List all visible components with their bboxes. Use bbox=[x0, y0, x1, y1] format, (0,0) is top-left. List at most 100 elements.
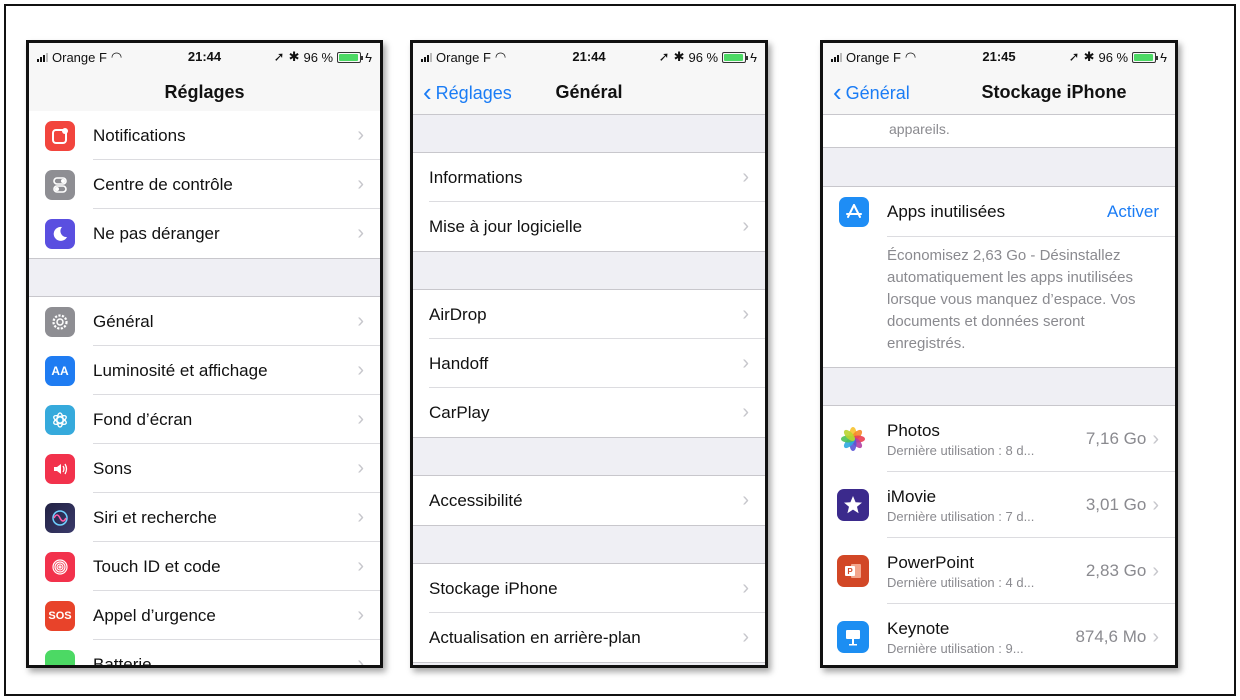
app-last-used: Dernière utilisation : 4 d... bbox=[887, 574, 1035, 590]
chevron-right-icon: › bbox=[357, 359, 364, 381]
app-size: 2,83 Go bbox=[1085, 561, 1147, 580]
battery-percent: 96 % bbox=[303, 49, 334, 65]
settings-row-label: Ne pas déranger bbox=[93, 223, 220, 243]
general-row-background-refresh[interactable]: Actualisation en arrière-plan › bbox=[413, 613, 765, 662]
page-title: Général bbox=[555, 82, 623, 102]
control-center-icon bbox=[45, 169, 75, 200]
chevron-right-icon: › bbox=[742, 352, 749, 374]
settings-row-sounds[interactable]: Sons › bbox=[29, 444, 380, 493]
general-row-airdrop[interactable]: AirDrop › bbox=[413, 290, 765, 339]
display-icon: AA bbox=[45, 355, 75, 386]
chevron-right-icon: › bbox=[357, 222, 364, 244]
enable-offload-button[interactable]: Activer bbox=[1107, 202, 1159, 222]
status-bar: Orange F ◠ 21:44 ➚ ✱ 96 % ϟ bbox=[413, 43, 765, 71]
chevron-right-icon: › bbox=[1152, 625, 1159, 648]
settings-row-label: Luminosité et affichage bbox=[93, 360, 268, 380]
app-size: 874,6 Mo bbox=[1075, 627, 1147, 646]
chevron-right-icon: › bbox=[742, 401, 749, 423]
chevron-right-icon: › bbox=[742, 303, 749, 325]
app-name: Photos bbox=[887, 420, 940, 440]
bluetooth-icon: ✱ bbox=[673, 49, 685, 64]
chevron-right-icon: › bbox=[357, 506, 364, 528]
back-button[interactable]: ‹ Réglages bbox=[423, 71, 512, 115]
chevron-right-icon: › bbox=[357, 310, 364, 332]
general-row-carplay[interactable]: CarPlay › bbox=[413, 388, 765, 437]
settings-row-notifications[interactable]: Notifications › bbox=[29, 111, 380, 160]
battery-icon bbox=[722, 51, 749, 63]
settings-row-touch-id[interactable]: Touch ID et code › bbox=[29, 542, 380, 591]
offload-label: Apps inutilisées bbox=[887, 202, 1006, 221]
phone-settings: Orange F ◠ 21:44 ➚ ✱ 96 % ϟ Réglages Not… bbox=[26, 40, 383, 668]
phone-iphone-storage: Orange F ◠ 21:45 ➚ ✱ 96 % ϟ ‹ Général St… bbox=[820, 40, 1178, 668]
app-name: PowerPoint bbox=[887, 552, 974, 572]
app-row-imovie[interactable]: iMovie Dernière utilisation : 7 d... 3,0… bbox=[823, 472, 1175, 538]
settings-row-label: Siri et recherche bbox=[93, 507, 217, 527]
settings-row-emergency-sos[interactable]: SOS Appel d’urgence › bbox=[29, 591, 380, 640]
charging-icon: ϟ bbox=[1160, 49, 1167, 65]
settings-row-do-not-disturb[interactable]: Ne pas déranger › bbox=[29, 209, 380, 258]
back-label: Général bbox=[845, 82, 910, 103]
settings-row-label: Touch ID et code bbox=[93, 556, 221, 576]
battery-icon bbox=[337, 51, 364, 63]
page-title: Stockage iPhone bbox=[981, 82, 1127, 102]
offload-card: Apps inutilisées Activer Économisez 2,63… bbox=[823, 186, 1175, 368]
general-row-label: Accessibilité bbox=[429, 490, 523, 510]
settings-row-battery[interactable]: Batterie › bbox=[29, 640, 380, 668]
settings-row-label: Batterie bbox=[93, 654, 152, 668]
chevron-left-icon: ‹ bbox=[423, 76, 432, 107]
status-bar: Orange F ◠ 21:44 ➚ ✱ 96 % ϟ bbox=[29, 43, 380, 71]
speaker-icon bbox=[45, 453, 75, 484]
powerpoint-icon: P bbox=[837, 555, 869, 587]
settings-row-label: Appel d’urgence bbox=[93, 605, 216, 625]
chevron-right-icon: › bbox=[357, 408, 364, 430]
general-row-software-update[interactable]: Mise à jour logicielle › bbox=[413, 202, 765, 251]
settings-row-wallpaper[interactable]: Fond d’écran › bbox=[29, 395, 380, 444]
nav-bar: ‹ Général Stockage iPhone bbox=[823, 71, 1175, 115]
app-row-powerpoint[interactable]: P PowerPoint Dernière utilisation : 4 d.… bbox=[823, 538, 1175, 604]
chevron-right-icon: › bbox=[357, 604, 364, 626]
nav-bar: ‹ Réglages Général bbox=[413, 71, 765, 115]
general-row-accessibility[interactable]: Accessibilité › bbox=[413, 476, 765, 525]
battery-percent: 96 % bbox=[688, 49, 719, 65]
section-gap bbox=[413, 526, 765, 564]
chevron-right-icon: › bbox=[1152, 493, 1159, 516]
chevron-right-icon: › bbox=[742, 166, 749, 188]
settings-row-display[interactable]: AA Luminosité et affichage › bbox=[29, 346, 380, 395]
location-icon: ➚ bbox=[1068, 49, 1080, 64]
general-row-label: Mise à jour logicielle bbox=[429, 216, 583, 236]
settings-row-siri[interactable]: Siri et recherche › bbox=[29, 493, 380, 542]
section-gap bbox=[413, 252, 765, 290]
app-store-icon bbox=[839, 197, 869, 227]
app-row-photos[interactable]: Photos Dernière utilisation : 8 d... 7,1… bbox=[823, 406, 1175, 472]
settings-row-control-center[interactable]: Centre de contrôle › bbox=[29, 160, 380, 209]
app-last-used: Dernière utilisation : 8 d... bbox=[887, 442, 1035, 458]
settings-row-label: Sons bbox=[93, 458, 132, 478]
chevron-right-icon: › bbox=[1152, 427, 1159, 450]
app-row-keynote[interactable]: Keynote Dernière utilisation : 9... 874,… bbox=[823, 604, 1175, 665]
offload-description: Économisez 2,63 Go - Désinstallez automa… bbox=[887, 247, 1136, 352]
general-row-label: Handoff bbox=[429, 353, 489, 373]
app-name: Keynote bbox=[887, 618, 950, 638]
notifications-icon bbox=[45, 120, 75, 151]
section-gap bbox=[413, 438, 765, 476]
chevron-right-icon: › bbox=[742, 577, 749, 599]
general-row-iphone-storage[interactable]: Stockage iPhone › bbox=[413, 564, 765, 613]
settings-row-general[interactable]: Général › bbox=[29, 297, 380, 346]
general-row-handoff[interactable]: Handoff › bbox=[413, 339, 765, 388]
status-bar: Orange F ◠ 21:45 ➚ ✱ 96 % ϟ bbox=[823, 43, 1175, 71]
chevron-right-icon: › bbox=[357, 555, 364, 577]
svg-text:P: P bbox=[847, 567, 853, 576]
general-row-informations[interactable]: Informations › bbox=[413, 153, 765, 202]
charging-icon: ϟ bbox=[365, 49, 372, 65]
app-last-used: Dernière utilisation : 7 d... bbox=[887, 508, 1035, 524]
chevron-right-icon: › bbox=[742, 626, 749, 648]
back-label: Réglages bbox=[435, 82, 512, 103]
settings-row-label: Général bbox=[93, 311, 154, 331]
section-gap bbox=[29, 259, 380, 297]
chevron-right-icon: › bbox=[357, 653, 364, 668]
app-size: 3,01 Go bbox=[1085, 495, 1147, 514]
section-gap bbox=[823, 148, 1175, 186]
bluetooth-icon: ✱ bbox=[1083, 49, 1095, 64]
chevron-right-icon: › bbox=[742, 489, 749, 511]
back-button[interactable]: ‹ Général bbox=[833, 71, 910, 115]
